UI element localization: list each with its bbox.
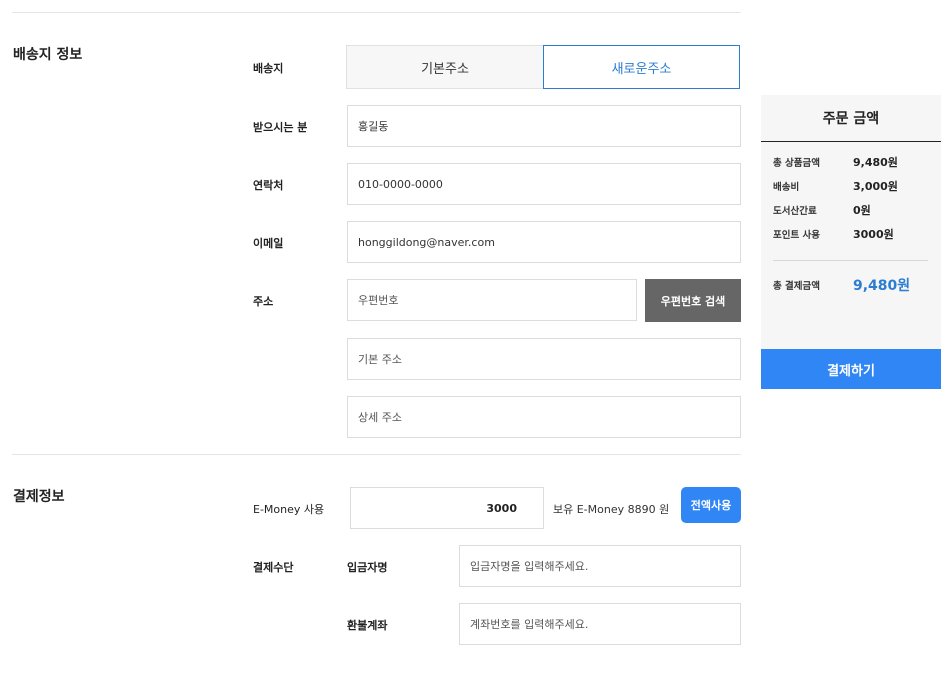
refund-account-input[interactable] [468, 616, 732, 632]
summary-row-points-used: 포인트 사용 3000원 [773, 226, 931, 242]
phone-label: 연락처 [253, 179, 284, 192]
section-divider [12, 454, 741, 455]
summary-row-label: 배송비 [773, 182, 800, 193]
phone-input[interactable] [356, 176, 732, 192]
email-label: 이메일 [253, 237, 284, 250]
order-summary-title: 주문 금액 [761, 95, 941, 142]
refund-account-label: 환불계좌 [347, 619, 388, 632]
destination-label: 배송지 [253, 62, 284, 75]
summary-row-value: 0원 [853, 204, 871, 217]
summary-row-value: 3,000원 [853, 180, 898, 193]
tab-new-address[interactable]: 새로운주소 [543, 45, 740, 89]
order-summary-panel: 주문 금액 총 상품금액 9,480원 배송비 3,000원 도서산간료 0원 … [761, 95, 941, 349]
recipient-label: 받으시는 분 [253, 121, 308, 134]
email-field[interactable] [347, 221, 741, 263]
postcode-field[interactable] [347, 279, 637, 321]
summary-row-label: 포인트 사용 [773, 230, 821, 241]
depositor-field[interactable] [459, 545, 741, 587]
emoney-label: E-Money 사용 [253, 503, 325, 516]
summary-row-shipping-fee: 배송비 3,000원 [773, 178, 931, 194]
summary-row-remote-fee: 도서산간료 0원 [773, 202, 931, 218]
summary-divider [773, 260, 928, 261]
address-label: 주소 [253, 295, 274, 308]
summary-total-label: 총 결제금액 [773, 281, 821, 292]
summary-row-label: 총 상품금액 [773, 158, 821, 169]
summary-row-grand-total: 총 결제금액 9,480원 [773, 275, 931, 295]
payment-section-title: 결제정보 [13, 489, 65, 505]
depositor-input[interactable] [468, 558, 732, 574]
detail-address-input[interactable] [356, 409, 732, 425]
recipient-field[interactable] [347, 105, 741, 147]
payment-method-label: 결제수단 [253, 561, 294, 574]
summary-row-label: 도서산간료 [773, 206, 817, 217]
summary-row-product-total: 총 상품금액 9,480원 [773, 154, 931, 170]
recipient-input[interactable] [356, 118, 732, 134]
base-address-field[interactable] [347, 338, 741, 380]
base-address-input[interactable] [356, 351, 732, 367]
email-input[interactable] [356, 234, 732, 250]
emoney-balance-text: 보유 E-Money 8890 원 [553, 503, 670, 516]
refund-account-field[interactable] [459, 603, 741, 645]
pay-button[interactable]: 결제하기 [761, 349, 941, 389]
depositor-label: 입금자명 [347, 561, 388, 574]
emoney-input[interactable] [359, 500, 535, 516]
postcode-search-button[interactable]: 우편번호 검색 [645, 279, 741, 322]
summary-row-value: 3000원 [853, 228, 894, 241]
detail-address-field[interactable] [347, 396, 741, 438]
summary-total-value: 9,480원 [853, 278, 911, 294]
summary-row-value: 9,480원 [853, 156, 898, 169]
shipping-section-title: 배송지 정보 [13, 47, 83, 63]
tab-default-address[interactable]: 기본주소 [346, 45, 544, 89]
top-divider [12, 12, 741, 13]
postcode-input[interactable] [356, 292, 628, 308]
use-all-emoney-button[interactable]: 전액사용 [681, 487, 741, 523]
phone-field[interactable] [347, 163, 741, 205]
emoney-field[interactable] [350, 487, 544, 529]
